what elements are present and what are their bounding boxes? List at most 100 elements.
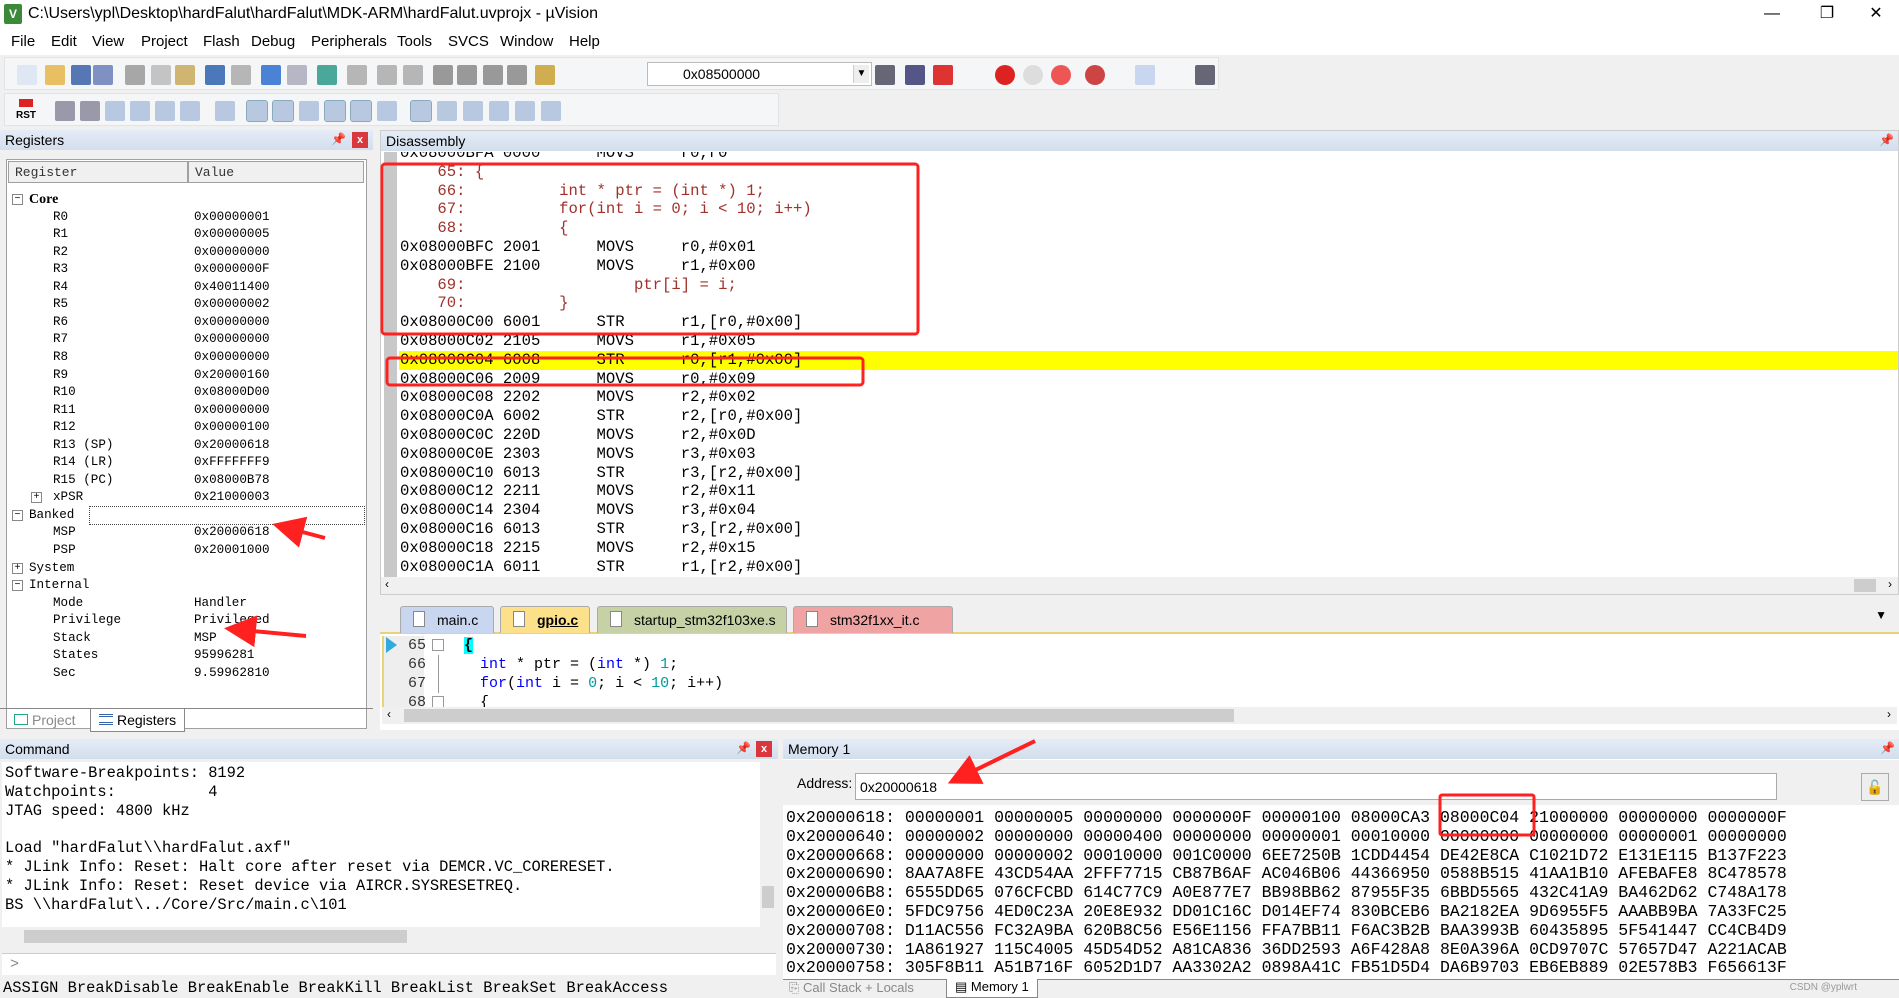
memory-window-icon[interactable]	[410, 100, 432, 122]
indent-icon[interactable]	[433, 65, 453, 85]
register-row[interactable]: R10 0x08000D00	[7, 384, 366, 402]
copy-icon[interactable]	[151, 65, 171, 85]
disassembly-window-icon[interactable]	[272, 100, 294, 122]
fold-marker-icon[interactable]	[432, 696, 444, 707]
editor-hscrollbar[interactable]: ‹ ›	[382, 707, 1897, 724]
command-window-icon[interactable]	[246, 100, 268, 122]
memory-row[interactable]: 0x200006B8: 6555DD65 076CFCBD 614C77C9 A…	[786, 884, 1787, 903]
comment-icon[interactable]	[483, 65, 503, 85]
memory-row[interactable]: 0x20000618: 00000001 00000005 00000000 0…	[786, 809, 1787, 828]
register-row[interactable]: R1 0x00000005	[7, 226, 366, 244]
command-vscrollbar[interactable]	[760, 762, 776, 927]
source-line[interactable]: 66: int * ptr = (int *) 1;	[399, 182, 1898, 201]
collapse-icon[interactable]: −	[12, 580, 23, 592]
tab-main-c[interactable]: main.c	[400, 606, 494, 633]
breakpoint-kill-icon[interactable]	[1051, 65, 1071, 85]
asm-instruction[interactable]: 0x08000BFC 2001 MOVS r0,#0x01	[399, 238, 1898, 257]
collapse-icon[interactable]: −	[12, 509, 23, 521]
memory-row[interactable]: 0x20000758: 305F8B11 A51B716F 6052D1D7 A…	[786, 959, 1787, 978]
register-row[interactable]: Mode Handler	[7, 595, 366, 613]
toolbox-icon[interactable]	[541, 101, 561, 121]
breakpoint-disable-icon[interactable]	[1023, 65, 1043, 85]
lock-icon[interactable]: 🔓	[1861, 773, 1889, 801]
code-line[interactable]: {	[480, 693, 489, 707]
register-row[interactable]: R4 0x40011400	[7, 279, 366, 297]
chevron-down-icon[interactable]: ▼	[853, 65, 869, 83]
close-registers-button[interactable]: x	[352, 132, 368, 148]
tab-memory-1[interactable]: ▤ Memory 1	[946, 979, 1038, 998]
asm-instruction[interactable]: 0x08000C00 6001 STR r1,[r0,#0x00]	[399, 313, 1898, 332]
asm-instruction[interactable]: 0x08000C18 2215 MOVS r2,#0x15	[399, 539, 1898, 558]
register-row[interactable]: MSP 0x20000618	[7, 524, 366, 542]
asm-instruction[interactable]: 0x08000C1A 6011 STR r1,[r2,#0x00]	[399, 558, 1898, 577]
tab-project[interactable]: Project	[6, 709, 84, 732]
menu-help[interactable]: Help	[569, 33, 600, 50]
step-into-icon[interactable]	[105, 101, 125, 121]
asm-instruction[interactable]: 0x08000C16 6013 STR r3,[r2,#0x00]	[399, 520, 1898, 539]
call-stack-icon[interactable]	[350, 100, 372, 122]
fold-marker-icon[interactable]	[438, 674, 450, 693]
register-row[interactable]: R3 0x0000000F	[7, 261, 366, 279]
scroll-left-icon[interactable]: ‹	[385, 577, 389, 591]
asm-instruction[interactable]: 0x08000C06 2009 MOVS r0,#0x09	[399, 370, 1898, 389]
register-row[interactable]: R0 0x00000001	[7, 209, 366, 227]
analysis-window-icon[interactable]	[463, 101, 483, 121]
register-row[interactable]: PSP 0x20001000	[7, 542, 366, 560]
register-row[interactable]: R11 0x00000000	[7, 402, 366, 420]
registers-window-icon[interactable]	[324, 100, 346, 122]
step-over-icon[interactable]	[130, 101, 150, 121]
asm-instruction[interactable]: 0x08000C14 2304 MOVS r3,#0x04	[399, 501, 1898, 520]
close-command-button[interactable]: x	[756, 741, 772, 757]
close-window-button[interactable]: ✕	[1853, 0, 1899, 28]
code-line[interactable]: int * ptr = (int *) 1;	[480, 655, 678, 674]
source-line[interactable]: 70: }	[399, 294, 1898, 313]
column-header-value[interactable]: Value	[188, 161, 364, 183]
register-row[interactable]: R6 0x00000000	[7, 314, 366, 332]
serial-window-icon[interactable]	[437, 101, 457, 121]
disassembly-hscrollbar[interactable]: ‹ ›	[381, 577, 1898, 594]
redo-icon[interactable]	[231, 65, 251, 85]
scroll-thumb[interactable]	[24, 930, 407, 943]
collapse-icon[interactable]: −	[12, 194, 23, 205]
asm-instruction[interactable]: 0x08000C0C 220D MOVS r2,#0x0D	[399, 426, 1898, 445]
reset-button[interactable]: RST	[13, 97, 39, 123]
tab-gpio-c[interactable]: gpio.c	[500, 606, 590, 633]
source-line[interactable]: 65: {	[399, 163, 1898, 182]
menu-view[interactable]: View	[92, 33, 124, 50]
command-input[interactable]: >	[2, 953, 776, 975]
incremental-find-icon[interactable]	[905, 65, 925, 85]
fold-marker-icon[interactable]	[432, 639, 444, 651]
asm-instruction[interactable]: 0x08000BFA 0000 MOVS r0,r0	[399, 152, 1898, 163]
menu-svcs[interactable]: SVCS	[448, 33, 489, 50]
register-row[interactable]: R7 0x00000000	[7, 331, 366, 349]
register-row[interactable]: Privilege Privileged	[7, 612, 366, 630]
save-all-icon[interactable]	[93, 65, 113, 85]
tab-stm32f1xx-it-c[interactable]: stm32f1xx_it.c	[793, 606, 953, 633]
asm-instruction[interactable]: 0x08000C0E 2303 MOVS r3,#0x03	[399, 445, 1898, 464]
register-row[interactable]: − Banked	[12, 505, 365, 526]
bookmark-next-icon[interactable]	[377, 65, 397, 85]
uncomment-icon[interactable]	[507, 65, 527, 85]
bookmark-prev-icon[interactable]	[347, 65, 367, 85]
register-row[interactable]: R8 0x00000000	[7, 349, 366, 367]
register-row[interactable]: R12 0x00000100	[7, 419, 366, 437]
asm-instruction[interactable]: 0x08000C02 2105 MOVS r1,#0x05	[399, 332, 1898, 351]
menu-project[interactable]: Project	[141, 33, 188, 50]
memory-row[interactable]: 0x20000640: 00000002 00000000 00000400 0…	[786, 828, 1787, 847]
nav-back-icon[interactable]	[261, 65, 281, 85]
tab-list-dropdown-icon[interactable]: ▼	[1875, 608, 1887, 622]
open-folder-icon[interactable]	[45, 65, 65, 85]
expand-icon[interactable]: +	[31, 492, 42, 504]
code-line[interactable]: {	[464, 636, 474, 655]
configure-icon[interactable]	[1195, 65, 1215, 85]
register-row[interactable]: − Internal	[7, 577, 366, 595]
asm-instruction[interactable]: 0x08000C08 2202 MOVS r2,#0x02	[399, 388, 1898, 407]
menu-flash[interactable]: Flash	[203, 33, 240, 50]
command-output[interactable]: Software-Breakpoints: 8192 Watchpoints: 4…	[2, 762, 760, 927]
pin-icon[interactable]: 📌	[736, 741, 751, 755]
scroll-right-icon[interactable]: ›	[1887, 707, 1891, 721]
minimize-button[interactable]: —	[1749, 0, 1795, 28]
step-out-icon[interactable]	[155, 101, 175, 121]
disassembly-listing[interactable]: 0x08000BFA 0000 MOVS r0,r0 65: { 66: int…	[381, 152, 1898, 587]
scroll-right-icon[interactable]: ›	[1888, 577, 1892, 591]
